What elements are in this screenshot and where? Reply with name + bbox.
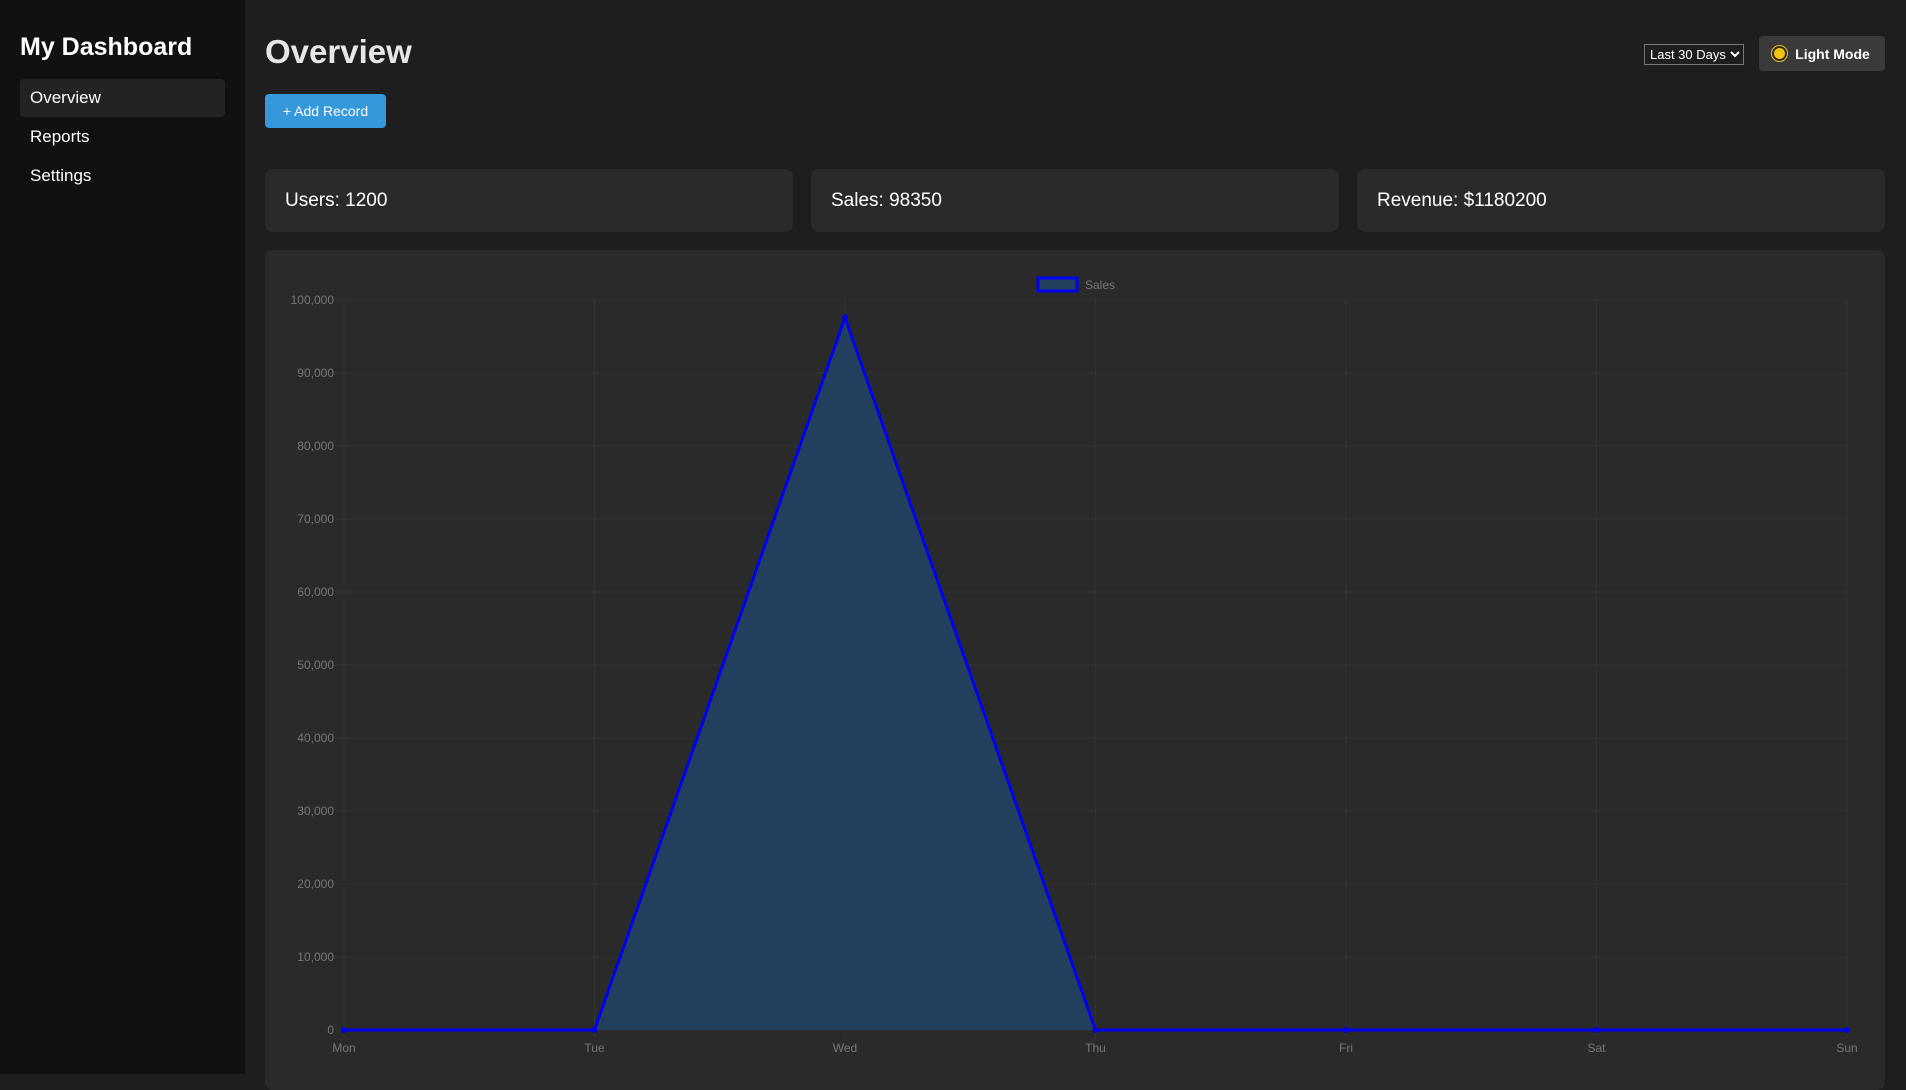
sun-icon [1774,48,1786,59]
y-tick-label: 0 [327,1023,334,1037]
data-point [1092,1027,1099,1033]
date-range-select[interactable]: Last 30 Days [1644,44,1744,65]
y-tick-label: 50,000 [297,658,334,672]
data-point [1593,1027,1600,1033]
y-tick-label: 60,000 [297,585,334,599]
x-tick-label: Thu [1085,1041,1106,1055]
sales-chart-panel: 0 10,000 20,000 30,000 40,000 50,000 60,000 70,… [265,250,1885,1090]
sidebar-item-settings[interactable]: Settings [20,157,225,195]
stat-users: Users: 1200 [285,189,388,211]
legend-swatch [1036,276,1079,293]
stat-revenue: Revenue: $1180200 [1377,189,1547,211]
data-point [1844,1027,1850,1033]
x-tick-label: Sun [1836,1041,1857,1055]
x-tick-label: Mon [332,1041,355,1055]
y-tick-label: 30,000 [297,804,334,818]
y-tick-label: 100,000 [291,293,335,307]
data-point [341,1027,347,1033]
y-tick-label: 10,000 [297,950,334,964]
x-tick-label: Tue [584,1041,605,1055]
stat-card-sales: Sales: 98350 [811,169,1339,232]
legend-label: Sales [1085,278,1115,292]
sidebar: My Dashboard Overview Reports Settings [0,0,245,1074]
data-point [1343,1027,1349,1033]
x-tick-label: Sat [1587,1041,1606,1055]
stat-card-revenue: Revenue: $1180200 [1357,169,1885,232]
y-tick-label: 40,000 [297,731,334,745]
app-title: My Dashboard [20,33,193,61]
main-content: Overview Last 30 Days Light Mode + Add R… [245,0,1906,1090]
y-tick-label: 70,000 [297,512,334,526]
stat-sales: Sales: 98350 [831,189,942,211]
x-tick-label: Wed [833,1041,857,1055]
data-point [591,1027,598,1033]
y-tick-label: 90,000 [297,366,334,380]
light-mode-button[interactable]: Light Mode [1759,36,1885,71]
light-mode-label: Light Mode [1795,45,1870,62]
stat-card-users: Users: 1200 [265,169,793,232]
x-tick-label: Fri [1339,1041,1353,1055]
page-title: Overview [265,33,412,70]
sidebar-item-overview[interactable]: Overview [20,79,225,117]
sales-chart: 0 10,000 20,000 30,000 40,000 50,000 60,000 70,… [291,276,1858,1055]
sidebar-item-reports[interactable]: Reports [20,118,225,156]
add-record-button[interactable]: + Add Record [265,94,386,128]
y-tick-label: 20,000 [297,877,334,891]
data-point [842,314,848,321]
y-tick-label: 80,000 [297,439,334,453]
